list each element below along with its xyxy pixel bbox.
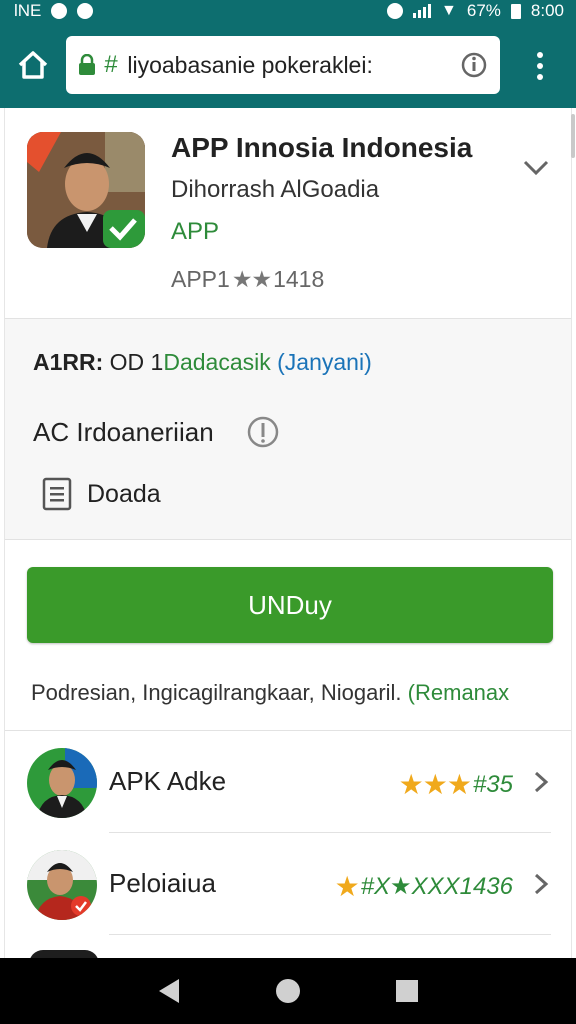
divider (109, 934, 551, 935)
divider (5, 730, 571, 731)
app-category[interactable]: APP (171, 218, 219, 246)
permissions-link[interactable]: (Remanax (408, 680, 509, 705)
wifi-icon: ▼ (441, 2, 457, 19)
rating-count: #X★XXX1436 (360, 873, 513, 900)
menu-dot-icon (537, 74, 543, 80)
home-circle-icon (275, 979, 300, 1003)
chevron-right-icon (534, 771, 549, 793)
app-card: APP Innosia Indonesia Dihorrash AlGoadia… (4, 108, 572, 964)
list-item-rating: ★ #X★XXX1436 (335, 870, 513, 903)
home-button[interactable] (16, 48, 50, 82)
app-icon[interactable] (27, 132, 145, 248)
version-row: A1RR: OD 1Dadacasik (Janyani) (33, 349, 372, 376)
recents-icon (395, 980, 418, 1002)
star-icons: ★★★ (398, 769, 472, 800)
star-icons: ★ (334, 871, 360, 902)
app-details: A1RR: OD 1Dadacasik (Janyani) AC Irdoane… (5, 319, 571, 539)
battery-icon (510, 3, 521, 19)
back-button[interactable] (154, 976, 184, 1006)
alert-icon (77, 3, 94, 19)
status-link[interactable]: (Janyani) (277, 349, 372, 375)
content-text: Doada (87, 479, 161, 508)
status-text: Dadacasik (163, 349, 271, 375)
chevron-down-icon[interactable] (521, 152, 551, 182)
overflow-menu-button[interactable] (528, 48, 552, 84)
rating-prefix: APP1 (171, 266, 230, 292)
list-item-rating: ★★★ #35 (399, 768, 513, 801)
signal-icon (413, 4, 432, 18)
lock-icon (79, 54, 95, 75)
language-row: AC Irdoaneriian (33, 415, 280, 449)
location-icon (387, 3, 404, 19)
document-icon (42, 477, 72, 511)
back-icon (159, 979, 180, 1003)
clock: 8:00 (530, 1, 564, 20)
address-bar[interactable]: # liyoabasanie pokeraklei: (66, 36, 500, 94)
app-header: APP Innosia Indonesia Dihorrash AlGoadia… (5, 108, 571, 318)
system-nav-bar (0, 958, 576, 1024)
app-icon-portrait (27, 132, 145, 248)
notification-icon (51, 3, 68, 19)
avatar-image (27, 748, 97, 818)
star-icons: ★★ (231, 266, 272, 292)
home-icon (18, 51, 48, 79)
list-item-name: Peloiaiua (109, 868, 216, 898)
info-icon[interactable] (246, 415, 280, 449)
app-title: APP Innosia Indonesia (171, 132, 473, 163)
battery-percent: 67% (466, 1, 501, 20)
rating-count: #35 (472, 770, 513, 798)
avatar (27, 748, 97, 818)
app-rating: APP1 ★★ 1418 (171, 266, 324, 293)
list-item[interactable]: Peloiaiua ★ #X★XXX1436 (5, 834, 571, 936)
permissions-list: Podresian, Ingicagilrangkaar, Niogaril. (31, 680, 402, 705)
rating-count: 1418 (273, 266, 325, 292)
info-icon[interactable] (460, 51, 488, 79)
status-bar: lNE ▼ 67% 8:00 (0, 0, 576, 22)
recents-button[interactable] (392, 976, 422, 1006)
url-text[interactable]: liyoabasanie pokeraklei: (127, 52, 460, 79)
language-text: AC Irdoaneriian (33, 416, 214, 447)
menu-dot-icon (537, 52, 543, 58)
content-row[interactable]: Doada (41, 477, 161, 511)
app-developer[interactable]: Dihorrash AlGoadia (171, 176, 379, 204)
browser-toolbar: # liyoabasanie pokeraklei: (0, 22, 576, 108)
divider (5, 539, 571, 540)
version-label: A1RR: (33, 349, 104, 375)
list-item-name: APK Adke (109, 766, 227, 796)
install-button[interactable]: UNDuy (27, 567, 553, 643)
status-carrier-text: lNE (14, 1, 42, 20)
scrollbar[interactable] (571, 114, 575, 158)
avatar-image (27, 850, 97, 920)
home-nav-button[interactable] (273, 976, 303, 1006)
version-value: OD 1 (109, 349, 164, 375)
avatar (27, 850, 97, 920)
chevron-right-icon (534, 873, 549, 895)
divider (109, 832, 551, 833)
list-item[interactable]: APK Adke ★★★ #35 (5, 732, 571, 834)
menu-dot-icon (537, 63, 543, 69)
url-hash: # (104, 51, 118, 78)
permissions-text: Podresian, Ingicagilrangkaar, Niogaril. … (31, 680, 509, 706)
